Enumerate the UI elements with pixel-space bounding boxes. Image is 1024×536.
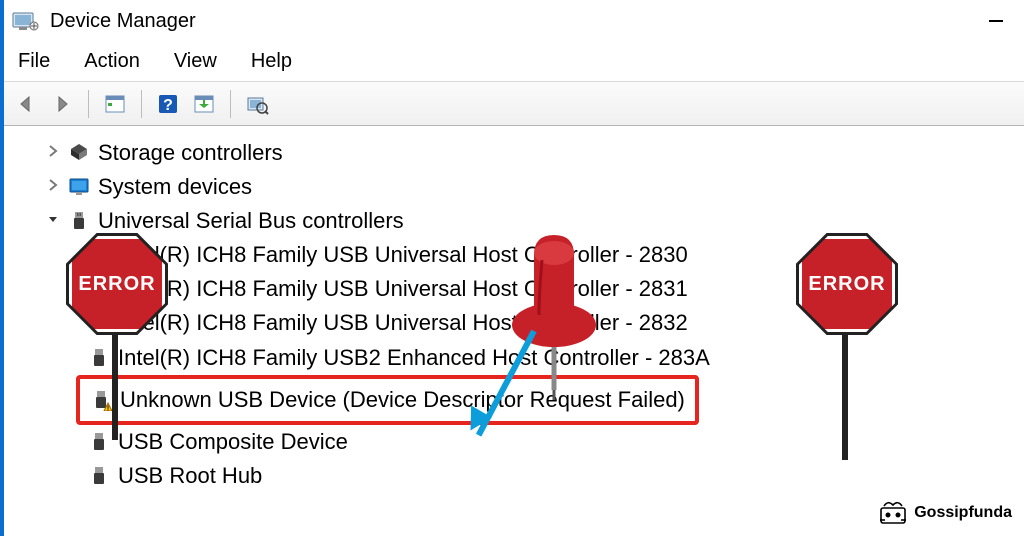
menu-view[interactable]: View (166, 46, 225, 77)
separator (141, 90, 142, 118)
toolbar: ? (4, 82, 1024, 126)
scan-button[interactable] (188, 88, 220, 120)
help-button[interactable]: ? (152, 88, 184, 120)
pushpin-icon (494, 225, 614, 410)
chevron-right-icon[interactable] (44, 175, 62, 200)
node-label: System devices (98, 170, 252, 204)
usb-icon (88, 431, 110, 453)
sign-post (842, 320, 848, 460)
menu-file[interactable]: File (10, 46, 58, 77)
error-sign-label: ERROR (78, 273, 155, 296)
menu-action[interactable]: Action (76, 46, 148, 77)
tree-node-system[interactable]: System devices (44, 170, 1024, 204)
properties-button[interactable] (241, 88, 273, 120)
usb-icon (88, 347, 110, 369)
monitor-icon (68, 176, 90, 198)
node-label: Storage controllers (98, 136, 283, 170)
storage-icon (68, 142, 90, 164)
separator (88, 90, 89, 118)
watermark: Gossipfunda (878, 500, 1012, 526)
titlebar: Device Manager (4, 0, 1024, 42)
menubar: File Action View Help (4, 42, 1024, 82)
sign-post (112, 320, 118, 440)
usb-icon (68, 210, 90, 232)
tree-node-storage[interactable]: Storage controllers (44, 136, 1024, 170)
forward-button[interactable] (46, 88, 78, 120)
usb-warning-icon: ! (90, 389, 112, 411)
show-hidden-button[interactable] (99, 88, 131, 120)
chevron-down-icon[interactable] (44, 209, 62, 234)
svg-text:!: ! (107, 405, 109, 411)
node-label: USB Composite Device (118, 425, 348, 459)
chevron-right-icon[interactable] (44, 141, 62, 166)
error-sign-label: ERROR (808, 273, 885, 296)
error-sign-icon: ERROR (799, 236, 895, 332)
node-label: Universal Serial Bus controllers (98, 204, 404, 238)
svg-text:?: ? (163, 97, 173, 114)
watermark-icon (878, 500, 908, 526)
tree-node-usb-item[interactable]: USB Composite Device (88, 425, 1024, 459)
usb-icon (88, 465, 110, 487)
back-button[interactable] (10, 88, 42, 120)
separator (230, 90, 231, 118)
device-manager-icon (12, 9, 40, 33)
window-title: Device Manager (50, 10, 976, 33)
tree-node-usb-item[interactable]: USB Root Hub (88, 459, 1024, 493)
node-label: USB Root Hub (118, 459, 262, 493)
menu-help[interactable]: Help (243, 46, 300, 77)
minimize-button[interactable] (976, 0, 1016, 42)
node-label: Intel(R) ICH8 Family USB2 Enhanced Host … (118, 341, 710, 375)
watermark-text: Gossipfunda (914, 504, 1012, 522)
